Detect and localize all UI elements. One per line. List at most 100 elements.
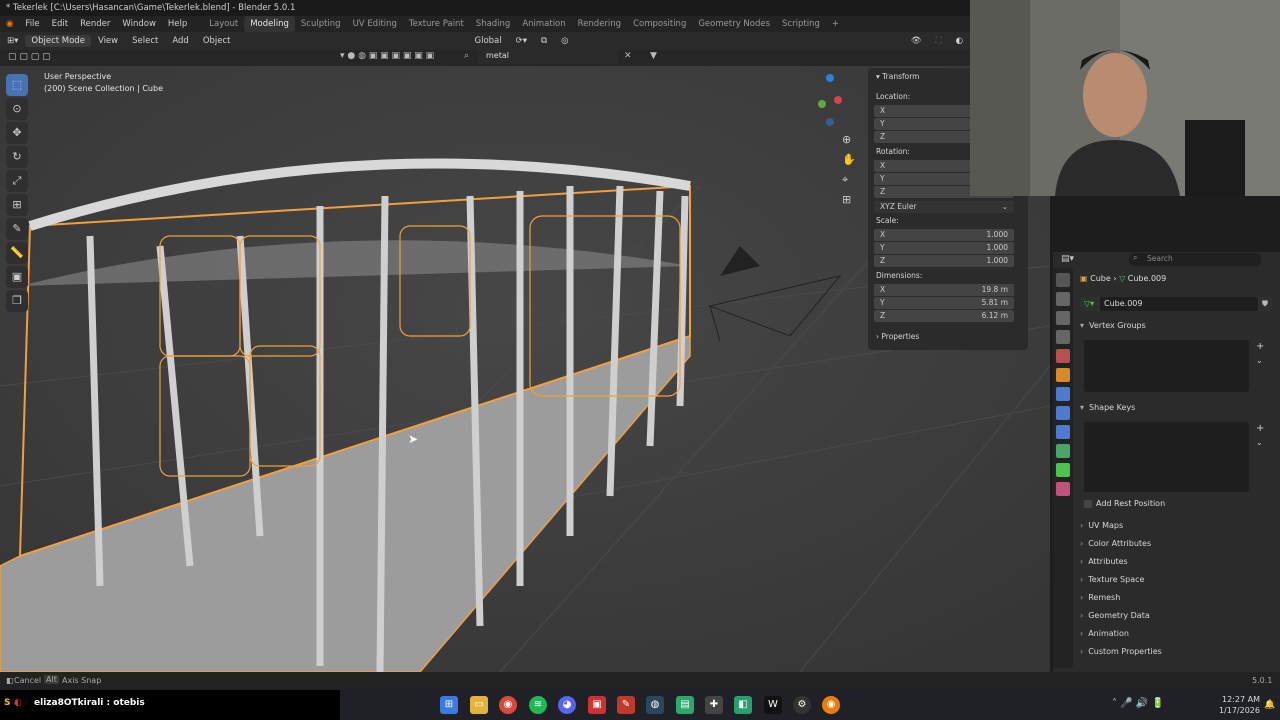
custom-properties-header[interactable]: › Custom Properties bbox=[1080, 644, 1275, 660]
navigation-icons[interactable]: ⊕ ✋ ⌖ ⊞ bbox=[842, 130, 856, 210]
proportional-edit-icon[interactable]: ◎ bbox=[554, 36, 575, 46]
tool-tab-icon[interactable] bbox=[1056, 273, 1070, 287]
menu-add[interactable]: Add bbox=[165, 36, 195, 46]
add-object-tool-icon[interactable]: ❒ bbox=[6, 290, 28, 312]
tab-scripting[interactable]: Scripting bbox=[776, 16, 826, 32]
add-shape-key-icon[interactable]: + ⌄ bbox=[1256, 422, 1264, 450]
scale-tool-icon[interactable]: ⤢ bbox=[6, 170, 28, 192]
uv-maps-header[interactable]: › UV Maps bbox=[1080, 518, 1275, 534]
tab-texture-paint[interactable]: Texture Paint bbox=[403, 16, 470, 32]
shape-keys-list[interactable] bbox=[1084, 422, 1249, 492]
rotation-mode-dropdown[interactable]: XYZ Euler ⌄ bbox=[874, 201, 1014, 213]
properties-search-input[interactable]: Search bbox=[1129, 253, 1261, 266]
vertex-groups-list[interactable] bbox=[1084, 340, 1249, 392]
menu-file[interactable]: File bbox=[19, 16, 45, 32]
remesh-header[interactable]: › Remesh bbox=[1080, 590, 1275, 606]
menu-object[interactable]: Object bbox=[196, 36, 238, 46]
texture-space-header[interactable]: › Texture Space bbox=[1080, 572, 1275, 588]
breadcrumb-mesh[interactable]: Cube.009 bbox=[1128, 274, 1166, 283]
editor-type-icon[interactable]: ⊞▾ bbox=[0, 36, 25, 46]
scale-x-field[interactable]: X 1.000 bbox=[874, 229, 1014, 241]
physics-tab-icon[interactable] bbox=[1056, 425, 1070, 439]
constraints-tab-icon[interactable] bbox=[1056, 444, 1070, 458]
scene-tab-icon[interactable] bbox=[1056, 349, 1070, 363]
game-icon[interactable]: ▤ bbox=[676, 696, 694, 714]
scale-z-field[interactable]: Z 1.000 bbox=[874, 255, 1014, 267]
animation-header[interactable]: › Animation bbox=[1080, 626, 1275, 642]
pivot-icon[interactable]: ⟳▾ bbox=[509, 36, 534, 46]
dimension-x-field[interactable]: X 19.8 m bbox=[874, 284, 1014, 296]
system-app-icon[interactable]: ⚙ bbox=[793, 696, 811, 714]
close-icon[interactable]: ✕ bbox=[624, 51, 632, 61]
rotate-tool-icon[interactable]: ↻ bbox=[6, 146, 28, 168]
scale-y-field[interactable]: Y 1.000 bbox=[874, 242, 1014, 254]
spotify-icon[interactable]: ≋ bbox=[529, 696, 547, 714]
attributes-header[interactable]: › Attributes bbox=[1080, 554, 1275, 570]
output-tab-icon[interactable] bbox=[1056, 311, 1070, 325]
tab-sculpting[interactable]: Sculpting bbox=[295, 16, 347, 32]
controller-icon[interactable]: ✚ bbox=[705, 696, 723, 714]
editor-type-icon[interactable]: ▤▾ bbox=[1061, 254, 1074, 264]
tab-layout[interactable]: Layout bbox=[203, 16, 244, 32]
menu-help[interactable]: Help bbox=[162, 16, 193, 32]
clip-studio-icon[interactable]: ✎ bbox=[617, 696, 635, 714]
mesh-data-tab-icon[interactable] bbox=[1056, 463, 1070, 477]
transform-tool-icon[interactable]: ⊞ bbox=[6, 194, 28, 216]
tab-shading[interactable]: Shading bbox=[470, 16, 517, 32]
overlay-icon[interactable]: ◐ bbox=[949, 36, 970, 46]
filter-search-input[interactable]: metal bbox=[478, 50, 618, 64]
blender-logo-icon[interactable]: ◉ bbox=[0, 16, 19, 32]
checkbox[interactable] bbox=[1084, 499, 1092, 508]
tab-uv-editing[interactable]: UV Editing bbox=[347, 16, 403, 32]
fake-user-shield-icon[interactable]: ⛊ bbox=[1262, 299, 1268, 309]
add-cube-tool-icon[interactable]: ▣ bbox=[6, 266, 28, 288]
menu-view[interactable]: View bbox=[91, 36, 125, 46]
clock[interactable]: 12:27 AM 1/17/2026 bbox=[1214, 694, 1260, 716]
filter-icon[interactable]: ▼ bbox=[650, 51, 657, 61]
tab-rendering[interactable]: Rendering bbox=[572, 16, 627, 32]
breadcrumb-object[interactable]: Cube bbox=[1090, 274, 1111, 283]
menu-render[interactable]: Render bbox=[74, 16, 116, 32]
cursor-tool-icon[interactable]: ⊙ bbox=[6, 98, 28, 120]
snap-icon[interactable]: ⧉ bbox=[534, 36, 554, 46]
vertex-groups-header[interactable]: ▾ Vertex Groups bbox=[1080, 318, 1275, 334]
app-icon[interactable]: ▣ bbox=[588, 696, 606, 714]
menu-select[interactable]: Select bbox=[125, 36, 165, 46]
tab-animation[interactable]: Animation bbox=[516, 16, 571, 32]
menu-edit[interactable]: Edit bbox=[46, 16, 74, 32]
measure-tool-icon[interactable]: 📏 bbox=[6, 242, 28, 264]
blender-taskbar-icon[interactable]: ◉ bbox=[822, 696, 840, 714]
mode-dropdown[interactable]: Object Mode bbox=[25, 35, 91, 47]
tab-modeling[interactable]: Modeling bbox=[244, 16, 295, 32]
menu-window[interactable]: Window bbox=[116, 16, 162, 32]
gizmo-icon[interactable]: ⛶ bbox=[929, 36, 949, 46]
modifier-tab-icon[interactable] bbox=[1056, 387, 1070, 401]
windows-start-icon[interactable]: ⊞ bbox=[440, 696, 458, 714]
orientation-dropdown[interactable]: Global bbox=[468, 36, 509, 46]
properties-header[interactable]: › Properties bbox=[876, 332, 1022, 344]
dimension-y-field[interactable]: Y 5.81 m bbox=[874, 297, 1014, 309]
object-tab-icon[interactable] bbox=[1056, 368, 1070, 382]
render-tab-icon[interactable] bbox=[1056, 292, 1070, 306]
select-tool-icon[interactable]: ⬚ bbox=[6, 74, 28, 96]
add-workspace-icon[interactable]: + bbox=[826, 16, 845, 32]
add-rest-position-row[interactable]: Add Rest Position bbox=[1084, 499, 1165, 508]
geometry-data-header[interactable]: › Geometry Data bbox=[1080, 608, 1275, 624]
tab-geometry-nodes[interactable]: Geometry Nodes bbox=[692, 16, 776, 32]
steam-icon[interactable]: ◍ bbox=[646, 696, 664, 714]
file-explorer-icon[interactable]: ▭ bbox=[470, 696, 488, 714]
discord-icon[interactable]: ◕ bbox=[558, 696, 576, 714]
notification-bell-icon[interactable]: 🔔 bbox=[1264, 700, 1275, 710]
shape-keys-header[interactable]: ▾ Shape Keys bbox=[1080, 400, 1275, 416]
app-green-icon[interactable]: ◧ bbox=[734, 696, 752, 714]
material-tab-icon[interactable] bbox=[1056, 482, 1070, 496]
select-mode-icons[interactable]: ▢ ▢ ▢ ▢ bbox=[8, 52, 51, 62]
shading-mode-icons[interactable]: ▾ ● ◍ ▣ ▣ ▣ ▣ ▣ ▣ bbox=[340, 51, 434, 61]
color-attributes-header[interactable]: › Color Attributes bbox=[1080, 536, 1275, 552]
chrome-icon[interactable]: ◉ bbox=[499, 696, 517, 714]
add-vertex-group-icon[interactable]: + ⌄ bbox=[1256, 340, 1264, 368]
visibility-icon[interactable]: 👁 bbox=[904, 36, 929, 46]
system-tray-icons[interactable]: ˄ 🎤 🔊 🔋 bbox=[1112, 698, 1164, 709]
annotate-tool-icon[interactable]: ✎ bbox=[6, 218, 28, 240]
editor-app-icon[interactable]: W bbox=[764, 696, 782, 714]
